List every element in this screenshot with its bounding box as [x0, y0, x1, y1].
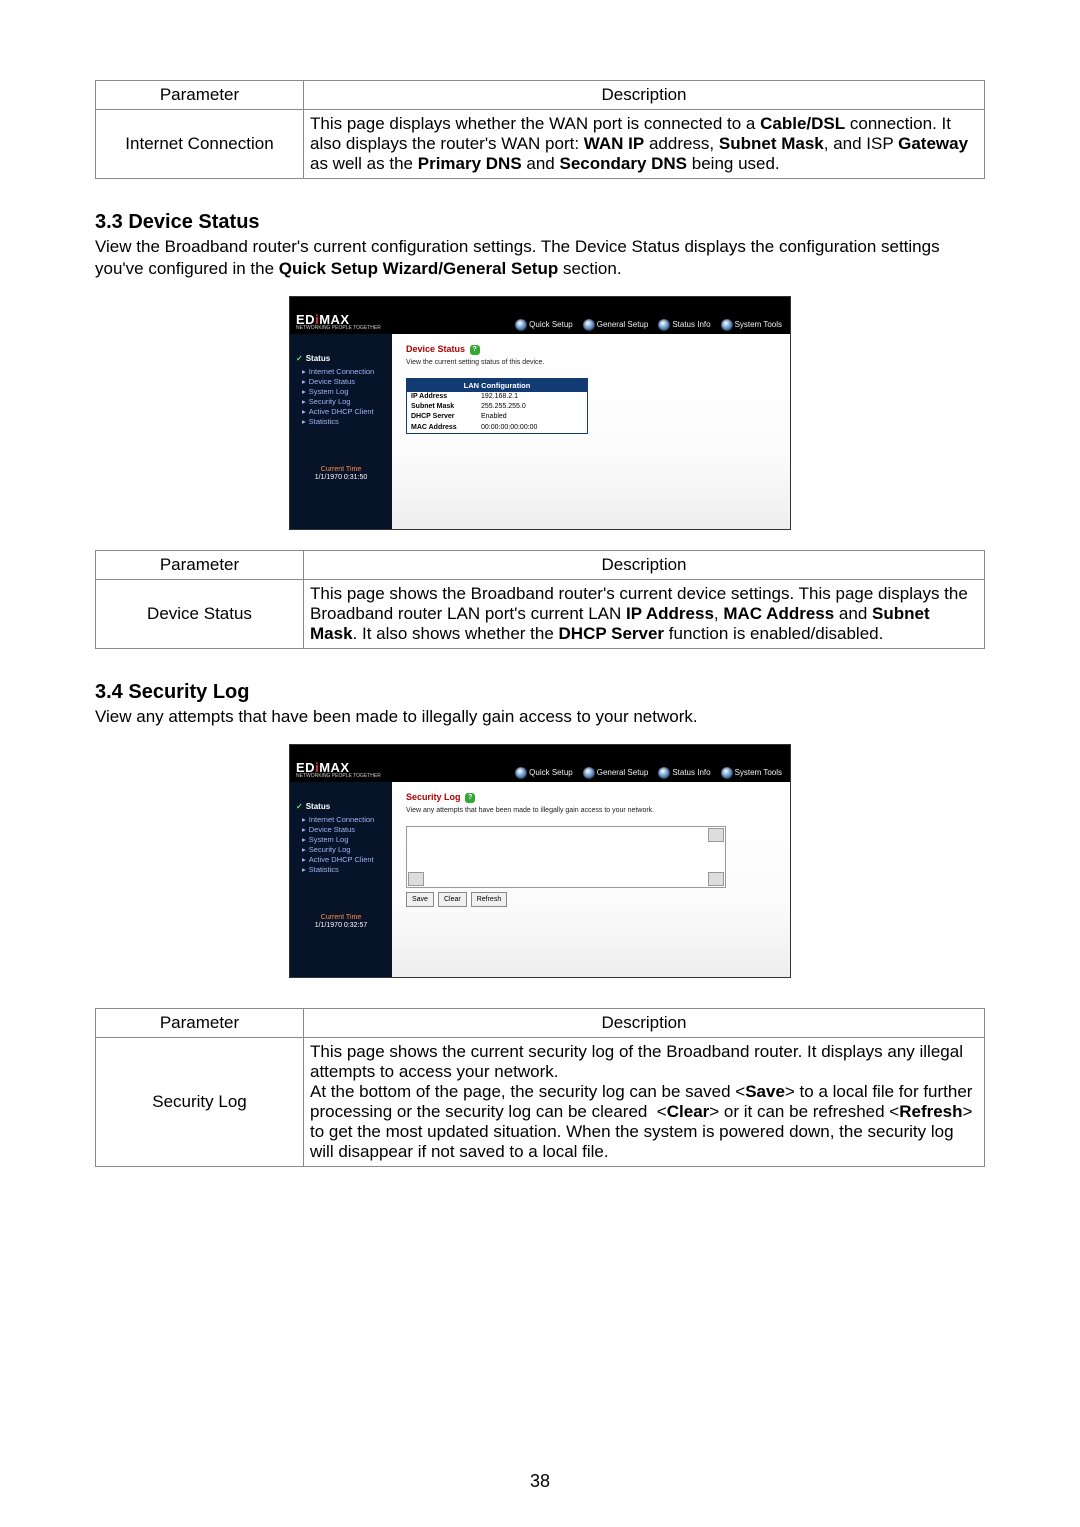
sidebar-item[interactable]: Active DHCP Client — [296, 855, 386, 864]
topbar: EDiMAX NETWORKING PEOPLE TOGETHER Quick … — [290, 745, 790, 782]
heading-security-log: 3.4 Security Log — [95, 681, 985, 704]
nav-system-tools[interactable]: System Tools — [721, 767, 782, 779]
current-time: Current Time 1/1/1970 0:31:50 — [296, 466, 386, 483]
security-log-table: Parameter Description Security Log This … — [95, 1008, 985, 1167]
param-cell: Device Status — [96, 580, 304, 649]
panel-title: Security Log ? — [406, 792, 776, 803]
desc-cell: This page shows the Broadband router's c… — [304, 580, 985, 649]
sidebar-item[interactable]: Statistics — [296, 417, 386, 426]
heading-device-status: 3.3 Device Status — [95, 211, 985, 234]
th-parameter: Parameter — [96, 551, 304, 580]
lan-config-box: LAN Configuration IP Address192.168.2.1 … — [406, 378, 588, 435]
sidebar-item[interactable]: Device Status — [296, 377, 386, 386]
sidebar-item[interactable]: Device Status — [296, 825, 386, 834]
sidebar-header: Status — [296, 802, 386, 812]
internet-connection-table: Parameter Description Internet Connectio… — [95, 80, 985, 179]
intro-device-status: View the Broadband router's current conf… — [95, 236, 985, 280]
th-description: Description — [304, 81, 985, 110]
page-number: 38 — [0, 1471, 1080, 1492]
sidebar-item[interactable]: Security Log — [296, 845, 386, 854]
brand-tag: NETWORKING PEOPLE TOGETHER — [296, 325, 381, 331]
main-panel: Security Log ? View any attempts that ha… — [392, 782, 790, 977]
cfg-row: IP Address192.168.2.1 — [407, 392, 587, 402]
nav-quick-setup[interactable]: Quick Setup — [515, 319, 573, 331]
nav-general-setup[interactable]: General Setup — [583, 767, 649, 779]
sidebar-header: Status — [296, 354, 386, 364]
sidebar-item[interactable]: Statistics — [296, 865, 386, 874]
cfg-row: Subnet Mask255.255.255.0 — [407, 402, 587, 412]
desc-cell: This page displays whether the WAN port … — [304, 110, 985, 179]
param-cell: Internet Connection — [96, 110, 304, 179]
panel-desc: View any attempts that have been made to… — [406, 807, 776, 815]
box-header: LAN Configuration — [407, 379, 587, 392]
cfg-row: MAC Address00:00:00:00:00:00 — [407, 423, 587, 433]
sidebar-item[interactable]: Internet Connection — [296, 815, 386, 824]
log-textarea[interactable] — [406, 826, 726, 888]
th-parameter: Parameter — [96, 1009, 304, 1038]
panel-desc: View the current setting status of this … — [406, 359, 776, 367]
sidebar-item[interactable]: Active DHCP Client — [296, 407, 386, 416]
th-description: Description — [304, 551, 985, 580]
topbar: EDiMAX NETWORKING PEOPLE TOGETHER Quick … — [290, 297, 790, 334]
th-description: Description — [304, 1009, 985, 1038]
sidebar-item[interactable]: System Log — [296, 387, 386, 396]
param-cell: Security Log — [96, 1038, 304, 1167]
nav-quick-setup[interactable]: Quick Setup — [515, 767, 573, 779]
th-parameter: Parameter — [96, 81, 304, 110]
log-buttons: Save Clear Refresh — [406, 892, 776, 907]
nav-general-setup[interactable]: General Setup — [583, 319, 649, 331]
clear-button[interactable]: Clear — [438, 892, 467, 907]
intro-security-log: View any attempts that have been made to… — [95, 706, 985, 728]
main-panel: Device Status ? View the current setting… — [392, 334, 790, 529]
router-ui-device-status: EDiMAX NETWORKING PEOPLE TOGETHER Quick … — [289, 296, 791, 530]
help-icon[interactable]: ? — [465, 793, 475, 803]
sidebar: Status Internet Connection Device Status… — [290, 782, 392, 977]
refresh-button[interactable]: Refresh — [471, 892, 508, 907]
nav-status-info[interactable]: Status Info — [658, 767, 710, 779]
router-ui-security-log: EDiMAX NETWORKING PEOPLE TOGETHER Quick … — [289, 744, 791, 978]
brand-tag: NETWORKING PEOPLE TOGETHER — [296, 773, 381, 779]
nav-system-tools[interactable]: System Tools — [721, 319, 782, 331]
sidebar-item[interactable]: Internet Connection — [296, 367, 386, 376]
sidebar: Status Internet Connection Device Status… — [290, 334, 392, 529]
cfg-row: DHCP ServerEnabled — [407, 412, 587, 422]
panel-title: Device Status ? — [406, 344, 776, 355]
nav-status-info[interactable]: Status Info — [658, 319, 710, 331]
save-button[interactable]: Save — [406, 892, 434, 907]
sidebar-item[interactable]: System Log — [296, 835, 386, 844]
help-icon[interactable]: ? — [470, 345, 480, 355]
device-status-table: Parameter Description Device Status This… — [95, 550, 985, 649]
current-time: Current Time 1/1/1970 0:32:57 — [296, 914, 386, 931]
desc-cell: This page shows the current security log… — [304, 1038, 985, 1167]
sidebar-item[interactable]: Security Log — [296, 397, 386, 406]
